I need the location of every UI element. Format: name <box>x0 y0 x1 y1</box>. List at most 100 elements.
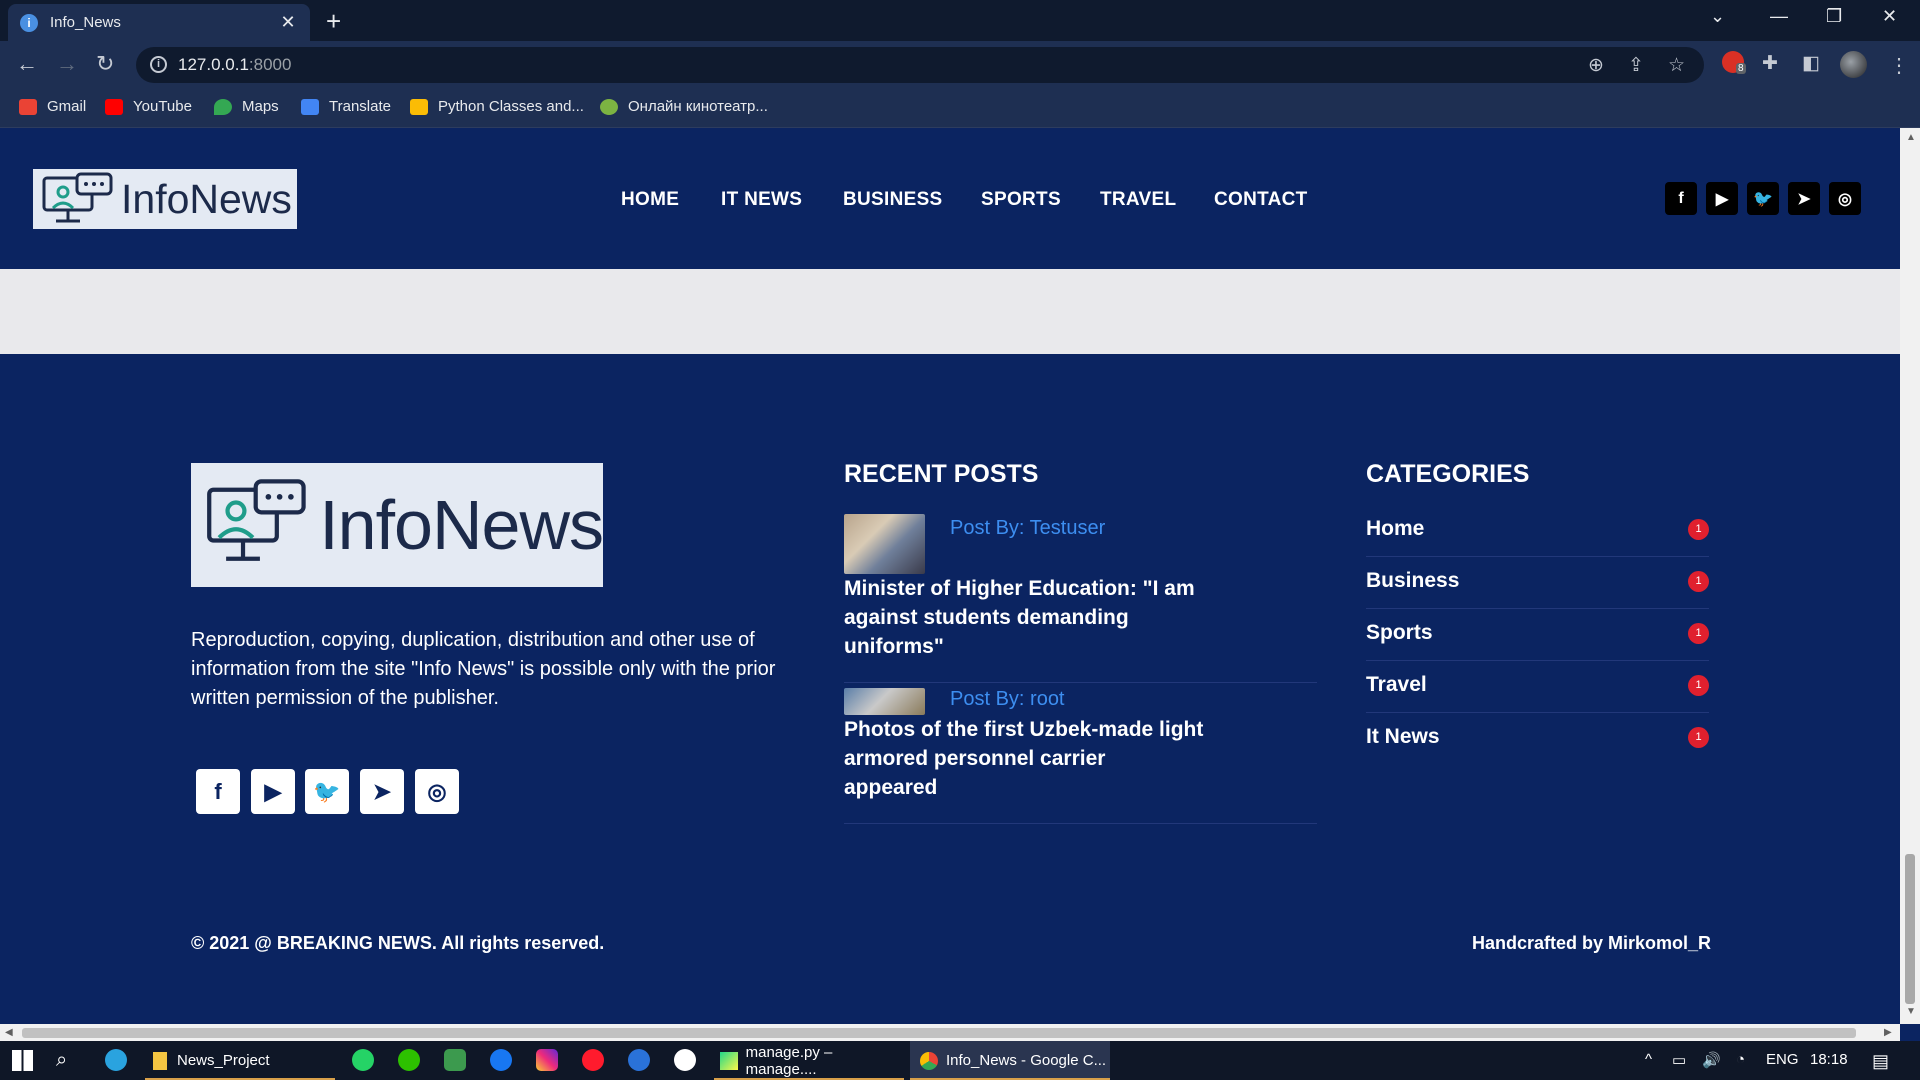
facebook-icon[interactable]: f <box>196 769 240 814</box>
restore-icon[interactable]: ❐ <box>1826 6 1842 27</box>
youtube-icon[interactable]: ▶ <box>251 769 295 814</box>
post-thumbnail[interactable] <box>844 514 925 574</box>
bookmark-translate[interactable]: Translate <box>301 98 391 115</box>
address-bar[interactable]: i 127.0.0.1:8000 ⊕ ⇪ ☆ <box>136 47 1704 83</box>
more-menu-icon[interactable]: ⋮ <box>1889 53 1909 78</box>
facebook-icon[interactable] <box>490 1049 512 1071</box>
footer-logo[interactable]: InfoNews <box>191 463 604 587</box>
post-title[interactable]: Photos of the first Uzbek-made light arm… <box>844 715 1204 802</box>
bookmark-youtube[interactable]: YouTube <box>105 98 192 115</box>
category-item[interactable]: Business 1 <box>1366 557 1709 609</box>
post-thumbnail[interactable] <box>844 688 925 715</box>
post-author[interactable]: Post By: root <box>950 688 1065 711</box>
site-header: InfoNews HOME IT NEWS BUSINESS SPORTS TR… <box>0 128 1900 269</box>
taskbar-app-explorer[interactable]: News_Project <box>145 1041 335 1080</box>
battery-icon[interactable]: ▭ <box>1672 1051 1686 1069</box>
close-icon[interactable]: ✕ <box>278 12 298 33</box>
nav-contact[interactable]: CONTACT <box>1214 189 1308 211</box>
search-icon[interactable]: ⌕ <box>56 1049 78 1071</box>
maps-icon <box>214 98 232 115</box>
scroll-up-icon[interactable]: ▲ <box>1906 132 1916 143</box>
clock[interactable]: 18:18 <box>1810 1051 1848 1068</box>
site-info-icon[interactable]: i <box>150 56 167 73</box>
scroll-left-icon[interactable]: ◀ <box>5 1027 13 1038</box>
tab-title: Info_News <box>50 14 121 31</box>
star-icon[interactable]: ☆ <box>1668 54 1685 77</box>
github-icon[interactable] <box>674 1049 696 1071</box>
bookmark-cinema[interactable]: Онлайн кинотеатр... <box>600 98 768 115</box>
nav-it-news[interactable]: IT NEWS <box>721 189 802 211</box>
forward-icon[interactable]: → <box>56 51 78 77</box>
post-author[interactable]: Post By: Testuser <box>950 517 1105 540</box>
taskbar-app-pycharm[interactable]: manage.py – manage.... <box>714 1041 904 1080</box>
scroll-right-icon[interactable]: ▶ <box>1884 1027 1892 1038</box>
instagram-icon[interactable]: ◎ <box>1829 182 1861 215</box>
chevron-up-icon[interactable]: ^ <box>1645 1051 1652 1068</box>
share-icon[interactable]: ⇪ <box>1628 54 1644 77</box>
notifications-icon[interactable]: ▤ <box>1872 1051 1889 1072</box>
gmail-icon <box>19 98 37 115</box>
reload-icon[interactable]: ↻ <box>96 51 114 77</box>
back-icon[interactable]: ← <box>16 51 38 77</box>
whatsapp-icon[interactable] <box>352 1049 374 1071</box>
telegram-icon[interactable]: ➤ <box>1788 182 1820 215</box>
taskbar-app-label: Info_News - Google C... <box>946 1052 1107 1069</box>
category-name[interactable]: Business <box>1366 569 1459 593</box>
site-logo[interactable]: InfoNews <box>33 169 297 229</box>
language-indicator[interactable]: ENG <box>1766 1051 1799 1068</box>
nav-sports[interactable]: SPORTS <box>981 189 1061 211</box>
new-tab-button[interactable]: + <box>326 6 341 37</box>
bookmark-gmail[interactable]: Gmail <box>19 98 86 115</box>
close-window-icon[interactable]: ✕ <box>1882 6 1897 27</box>
zoom-icon[interactable]: ⊕ <box>1588 54 1604 77</box>
youtube-icon[interactable]: ▶ <box>1706 182 1738 215</box>
side-panel-icon[interactable]: ◧ <box>1802 52 1820 75</box>
instagram-icon[interactable]: ◎ <box>415 769 459 814</box>
vertical-scrollbar[interactable]: ▲ ▼ <box>1900 128 1920 1024</box>
nav-home[interactable]: HOME <box>621 189 679 211</box>
taskbar-app-chrome[interactable]: Info_News - Google C... <box>910 1041 1110 1080</box>
telegram-icon[interactable]: ➤ <box>360 769 404 814</box>
chevron-down-icon[interactable]: ⌄ <box>1710 6 1725 27</box>
wifi-icon[interactable]: ◔ <box>1736 1051 1745 1068</box>
windows-start-icon[interactable] <box>12 1050 33 1071</box>
opera-icon[interactable] <box>582 1049 604 1071</box>
scroll-thumb[interactable] <box>1905 854 1915 1004</box>
nav-travel[interactable]: TRAVEL <box>1100 189 1176 211</box>
category-item[interactable]: Home 1 <box>1366 505 1709 557</box>
scroll-down-icon[interactable]: ▼ <box>1906 1006 1916 1017</box>
category-name[interactable]: Sports <box>1366 621 1433 645</box>
nav-business[interactable]: BUSINESS <box>843 189 943 211</box>
twitter-icon[interactable]: 🐦 <box>1747 182 1779 215</box>
volume-icon[interactable]: 🔊 <box>1702 1051 1721 1069</box>
category-item[interactable]: It News 1 <box>1366 713 1709 765</box>
tab-strip: i Info_News ✕ + ⌄ — ❐ ✕ <box>0 0 1920 41</box>
instagram-icon[interactable] <box>536 1049 558 1071</box>
scroll-thumb[interactable] <box>22 1028 1856 1038</box>
horizontal-scrollbar[interactable]: ◀ ▶ <box>0 1024 1900 1041</box>
facebook-icon[interactable]: f <box>1665 182 1697 215</box>
bookmark-python[interactable]: Python Classes and... <box>410 98 584 115</box>
extensions-puzzle-icon[interactable]: ✚ <box>1762 52 1778 75</box>
sheets-icon[interactable] <box>444 1049 466 1071</box>
url-text[interactable]: 127.0.0.1:8000 <box>178 55 291 75</box>
imo-icon[interactable] <box>628 1049 650 1071</box>
bookmark-maps[interactable]: Maps <box>214 98 279 115</box>
category-name[interactable]: Home <box>1366 517 1424 541</box>
category-item[interactable]: Travel 1 <box>1366 661 1709 713</box>
minimize-icon[interactable]: — <box>1770 6 1788 27</box>
post-divider <box>844 823 1317 824</box>
category-name[interactable]: It News <box>1366 725 1440 749</box>
wechat-icon[interactable] <box>398 1049 420 1071</box>
profile-avatar[interactable] <box>1840 51 1867 78</box>
browser-tab[interactable]: i Info_News ✕ <box>8 4 310 41</box>
category-item[interactable]: Sports 1 <box>1366 609 1709 661</box>
telegram-icon[interactable] <box>105 1049 127 1071</box>
post-title[interactable]: Minister of Higher Education: "I am agai… <box>844 574 1204 661</box>
extension-adblock-icon[interactable]: 8 <box>1722 51 1746 74</box>
count-badge: 1 <box>1688 675 1709 696</box>
recent-posts-title: RECENT POSTS <box>844 460 1039 488</box>
twitter-icon[interactable]: 🐦 <box>305 769 349 814</box>
category-name[interactable]: Travel <box>1366 673 1427 697</box>
copyright-text: © 2021 @ BREAKING NEWS. All rights reser… <box>191 933 605 953</box>
